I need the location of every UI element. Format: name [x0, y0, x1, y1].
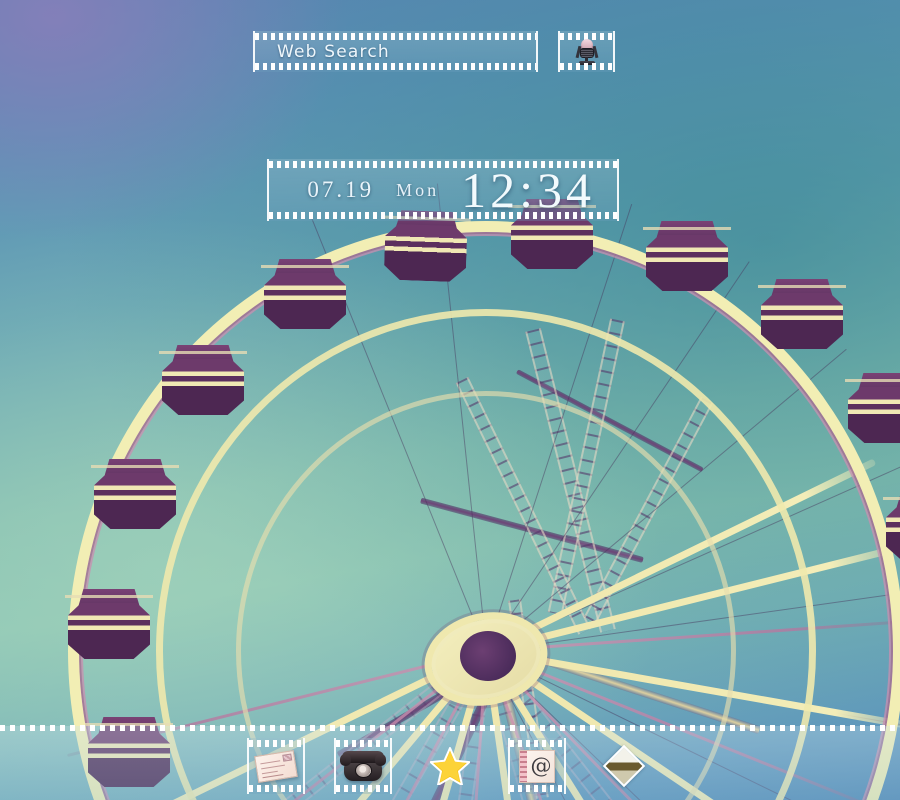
clock-day: Mon — [396, 179, 440, 200]
wheel-gondola — [643, 221, 731, 291]
dock-item-contacts[interactable]: @ — [508, 738, 566, 794]
wheel-gondola — [159, 345, 247, 415]
dock: @ — [0, 732, 900, 800]
microphone-icon — [575, 38, 598, 65]
search-input[interactable]: Web Search — [253, 31, 538, 72]
envelope-icon — [254, 749, 298, 783]
wheel-gondola — [845, 373, 900, 443]
clock-time: 12:34 — [461, 162, 595, 218]
desktop-wallpaper — [0, 0, 900, 800]
search-input-text: Web Search — [277, 41, 390, 62]
wheel-gondola — [883, 491, 900, 561]
clock-widget[interactable]: 07.19 Mon 12:34 — [267, 159, 619, 221]
wheel-gondola — [758, 279, 846, 349]
wheel-gondola — [261, 259, 349, 329]
dock-item-phone[interactable] — [334, 738, 392, 794]
at-notebook-icon: @ — [519, 749, 555, 783]
diamond-icon — [602, 744, 646, 788]
wheel-gondola — [91, 459, 179, 529]
rotary-phone-icon — [340, 751, 386, 781]
wheel-gondola — [65, 589, 153, 659]
dock-item-favorites[interactable] — [421, 738, 479, 794]
ferris-wheel-illustration — [0, 0, 900, 800]
dock-item-gallery[interactable] — [595, 738, 653, 794]
star-icon — [430, 747, 470, 785]
dock-divider — [0, 724, 900, 732]
wheel-center-core — [460, 631, 516, 681]
voice-search-button[interactable] — [558, 31, 615, 72]
clock-date: 07.19 — [307, 177, 375, 202]
dock-item-mail[interactable] — [247, 738, 305, 794]
